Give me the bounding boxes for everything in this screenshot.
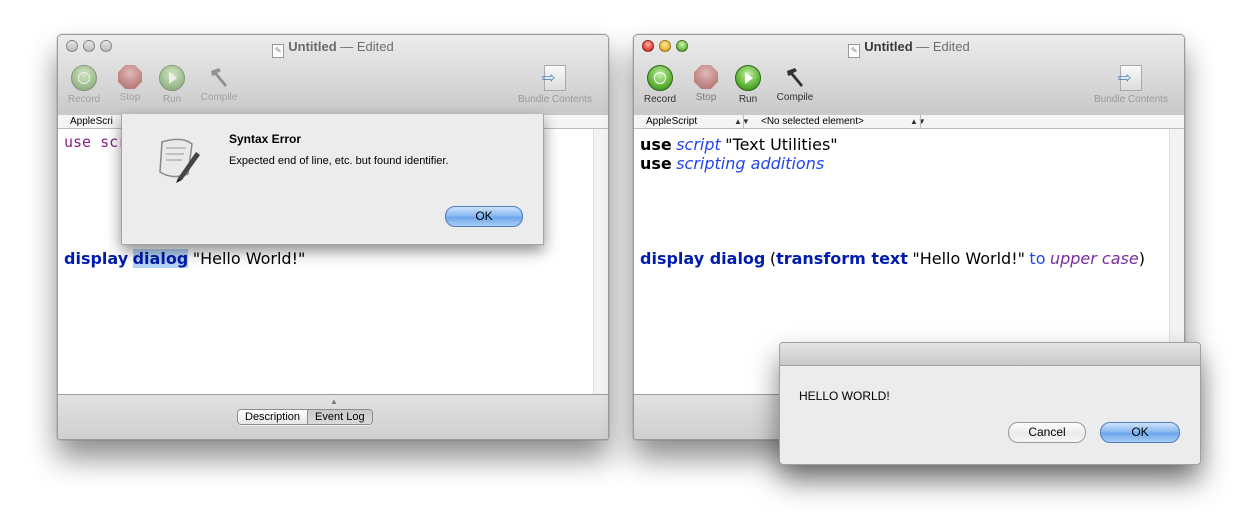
tab-event-log[interactable]: Event Log (307, 410, 372, 424)
code-line-3: display dialog (transform text "Hello Wo… (640, 249, 1145, 268)
language-popup[interactable]: AppleScript (634, 115, 697, 128)
error-heading: Syntax Error (229, 132, 302, 146)
record-icon (71, 65, 97, 91)
stop-icon (694, 65, 718, 89)
record-icon (647, 65, 673, 91)
cancel-button[interactable]: Cancel (1008, 422, 1086, 443)
code-line-2: display dialog "Hello World!" (64, 249, 306, 268)
resize-grip-icon[interactable]: ▲ (330, 397, 338, 406)
titlebar: ✎ Untitled — Edited Record Stop Run Compi… (58, 35, 608, 116)
divider (743, 115, 744, 128)
bundle-icon (542, 65, 566, 91)
bundle-contents-button[interactable]: Bundle Contents (510, 65, 600, 105)
record-button[interactable]: Record (64, 65, 104, 105)
run-icon (159, 65, 185, 91)
scrollbar[interactable] (593, 129, 608, 395)
bundle-contents-button[interactable]: Bundle Contents (1086, 65, 1176, 105)
hammer-icon (783, 65, 807, 89)
ok-button[interactable]: OK (1100, 422, 1180, 443)
window-title: ✎ Untitled — Edited (58, 39, 608, 58)
titlebar: ✎ Untitled — Edited Record Stop Run Compi… (634, 35, 1184, 116)
code-line-1: use script "Text Utilities" (640, 135, 838, 154)
stop-icon (118, 65, 142, 89)
run-icon (735, 65, 761, 91)
code-line-2: use scripting additions (640, 154, 825, 173)
divider (920, 115, 921, 128)
script-editor-icon (152, 134, 202, 184)
document-icon: ✎ (848, 44, 861, 58)
dialog-message: HELLO WORLD! (799, 389, 890, 403)
popup-arrows-icon: ▲▼ (910, 117, 926, 126)
bottom-bar: ▲ Description Event Log (58, 394, 608, 439)
compile-button[interactable]: Compile (199, 65, 239, 103)
record-button[interactable]: Record (640, 65, 680, 105)
compile-button[interactable]: Compile (775, 65, 815, 103)
syntax-error-sheet: Syntax Error Expected end of line, etc. … (121, 114, 544, 245)
language-popup[interactable]: AppleScri (58, 115, 113, 128)
window-title: ✎ Untitled — Edited (634, 39, 1184, 58)
document-icon: ✎ (272, 44, 285, 58)
popup-arrows-icon: ▲▼ (734, 117, 750, 126)
display-dialog: HELLO WORLD! Cancel OK (779, 342, 1201, 465)
navigation-bar: AppleScript ▲▼ <No selected element> ▲▼ (634, 115, 1184, 129)
stop-button[interactable]: Stop (686, 65, 726, 103)
dialog-titlebar (780, 343, 1200, 366)
error-message: Expected end of line, etc. but found ide… (229, 155, 449, 167)
run-button[interactable]: Run (728, 65, 768, 105)
stop-button[interactable]: Stop (110, 65, 150, 103)
bundle-icon (1118, 65, 1142, 91)
view-segmented-control: Description Event Log (237, 409, 373, 425)
hammer-icon (207, 65, 231, 89)
run-button[interactable]: Run (152, 65, 192, 105)
tab-description[interactable]: Description (238, 410, 308, 424)
ok-button[interactable]: OK (445, 206, 523, 227)
element-popup[interactable]: <No selected element> (749, 115, 864, 128)
